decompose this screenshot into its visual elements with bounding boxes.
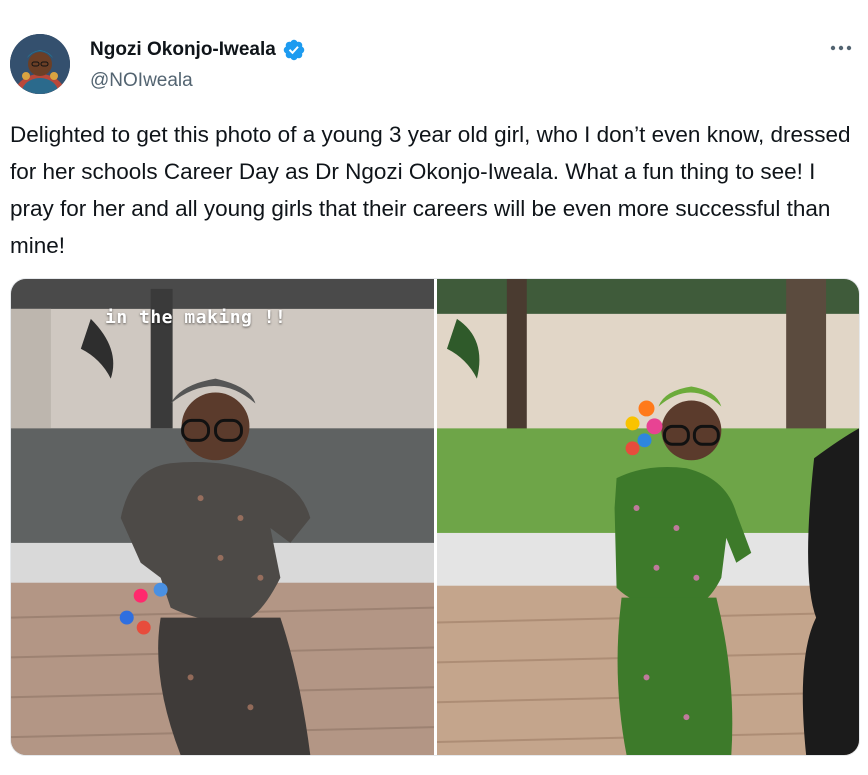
photo-grayscale[interactable]: in the making !! xyxy=(11,279,434,755)
author-display-name[interactable]: Ngozi Okonjo-Iweala xyxy=(90,39,276,61)
tweet-header: Ngozi Okonjo-Iweala @NOIweala xyxy=(10,34,860,98)
photo-caption: in the making !! xyxy=(105,307,287,328)
avatar-image xyxy=(10,34,70,94)
more-options-button[interactable] xyxy=(824,36,858,60)
avatar[interactable] xyxy=(10,34,70,94)
media-grid: in the making !! xyxy=(10,278,860,756)
more-dots-icon xyxy=(830,45,852,51)
author-handle[interactable]: @NOIweala xyxy=(90,70,306,92)
tweet-text: Delighted to get this photo of a young 3… xyxy=(10,122,857,258)
photo-color[interactable] xyxy=(437,279,859,755)
verified-badge-icon[interactable] xyxy=(282,38,306,62)
author-info: Ngozi Okonjo-Iweala @NOIweala xyxy=(90,36,306,92)
